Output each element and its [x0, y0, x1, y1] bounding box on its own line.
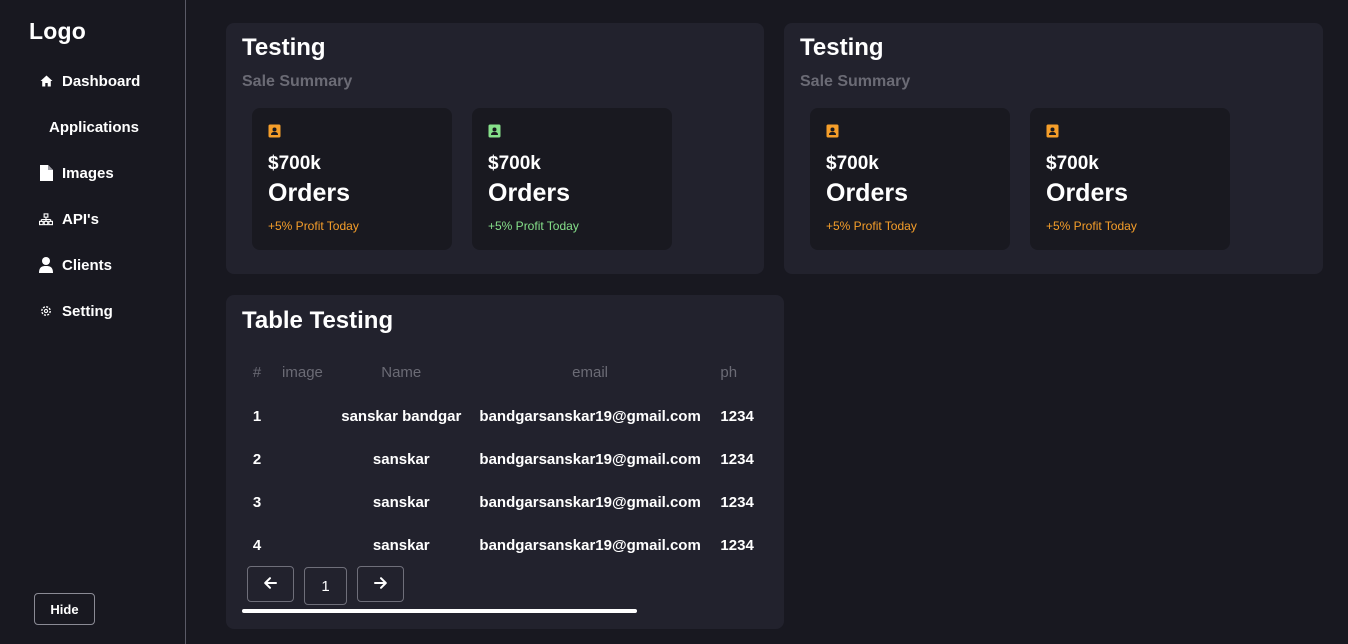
stat-note: +5% Profit Today — [1046, 219, 1137, 233]
stat-note: +5% Profit Today — [488, 219, 579, 233]
stat-tile: $700k Orders +5% Profit Today — [472, 108, 672, 250]
stat-value: $700k — [1046, 153, 1099, 174]
stat-label: Orders — [1046, 179, 1128, 207]
table-row: 1 sanskar bandgar bandgarsanskar19@gmail… — [242, 395, 768, 438]
table-row: 2 sanskar bandgarsanskar19@gmail.com 123… — [242, 438, 768, 481]
column-header-email: email — [572, 364, 609, 381]
hide-sidebar-button[interactable]: Hide — [34, 593, 95, 625]
stat-tile: $700k Orders +5% Profit Today — [810, 108, 1010, 250]
card-title: Testing — [242, 34, 326, 61]
row-image — [272, 438, 333, 481]
arrow-right-icon — [374, 576, 387, 593]
row-email: bandgarsanskar19@gmail.com — [479, 408, 701, 425]
user-icon — [39, 257, 53, 273]
row-name: sanskar bandgar — [341, 408, 462, 425]
sidebar-item-images[interactable]: Images — [39, 161, 114, 185]
card-subtitle: Sale Summary — [242, 73, 353, 90]
row-number: 1 — [252, 408, 262, 425]
sidebar-item-label: Applications — [49, 118, 140, 136]
sidebar-item-apis[interactable]: API's — [39, 207, 99, 231]
table-title: Table Testing — [242, 307, 394, 334]
stat-tile: $700k Orders +5% Profit Today — [1030, 108, 1230, 250]
stat-note: +5% Profit Today — [268, 219, 359, 233]
row-email: bandgarsanskar19@gmail.com — [479, 451, 701, 468]
row-number: 3 — [252, 494, 262, 511]
sidebar-item-label: Dashboard — [62, 72, 141, 90]
row-email: bandgarsanskar19@gmail.com — [479, 537, 701, 554]
table-header-row: # image Name email ph — [242, 350, 768, 395]
page-number-button[interactable]: 1 — [304, 567, 347, 605]
card-subtitle: Sale Summary — [800, 73, 911, 90]
column-header-phone: ph — [720, 364, 738, 381]
contact-icon — [1046, 124, 1059, 138]
sitemap-icon — [39, 211, 53, 227]
sidebar-item-applications[interactable]: Applications — [49, 115, 139, 139]
stat-note: +5% Profit Today — [826, 219, 917, 233]
table-card: Table Testing # image Name email ph 1 sa… — [226, 295, 784, 629]
contact-icon — [488, 124, 501, 138]
row-image — [272, 481, 333, 524]
stat-label: Orders — [826, 179, 908, 207]
clients-table: # image Name email ph 1 sanskar bandgar … — [242, 350, 768, 567]
row-number: 2 — [252, 451, 262, 468]
row-phone: 1234 — [720, 537, 754, 554]
stat-value: $700k — [268, 153, 321, 174]
stat-tile: $700k Orders +5% Profit Today — [252, 108, 452, 250]
sale-summary-card: Testing Sale Summary $700k Orders +5% Pr… — [226, 23, 764, 274]
row-image — [272, 395, 333, 438]
row-image — [272, 524, 333, 567]
row-name: sanskar — [372, 537, 430, 554]
gear-icon — [39, 303, 53, 319]
contact-icon — [268, 124, 281, 138]
row-name: sanskar — [372, 494, 430, 511]
row-name: sanskar — [372, 451, 430, 468]
horizontal-scrollbar[interactable] — [242, 609, 637, 613]
logo: Logo — [29, 18, 86, 44]
row-phone: 1234 — [720, 494, 754, 511]
row-phone: 1234 — [720, 451, 754, 468]
stat-value: $700k — [826, 153, 879, 174]
sidebar-item-label: Clients — [62, 256, 113, 274]
sidebar: Logo Dashboard Applications Images API's… — [0, 0, 186, 644]
sale-summary-card: Testing Sale Summary $700k Orders +5% Pr… — [784, 23, 1323, 274]
file-icon — [39, 165, 53, 181]
contact-icon — [826, 124, 839, 138]
sidebar-item-clients[interactable]: Clients — [39, 253, 112, 277]
column-header-name: Name — [381, 364, 422, 381]
table-row: 4 sanskar bandgarsanskar19@gmail.com 123… — [242, 524, 768, 567]
home-icon — [39, 73, 53, 89]
sidebar-item-label: Images — [62, 164, 114, 182]
arrow-left-icon — [264, 576, 277, 593]
stat-label: Orders — [268, 179, 350, 207]
sidebar-item-setting[interactable]: Setting — [39, 299, 113, 323]
sidebar-item-dashboard[interactable]: Dashboard — [39, 69, 140, 93]
previous-page-button[interactable] — [247, 566, 294, 602]
row-phone: 1234 — [720, 408, 754, 425]
next-page-button[interactable] — [357, 566, 404, 602]
column-header-image: image — [282, 364, 323, 381]
stat-label: Orders — [488, 179, 570, 207]
card-title: Testing — [800, 34, 884, 61]
stat-value: $700k — [488, 153, 541, 174]
sidebar-item-label: Setting — [62, 302, 113, 320]
table-row: 3 sanskar bandgarsanskar19@gmail.com 123… — [242, 481, 768, 524]
row-number: 4 — [252, 537, 262, 554]
sidebar-item-label: API's — [62, 210, 99, 228]
row-email: bandgarsanskar19@gmail.com — [479, 494, 701, 511]
column-header-number: # — [252, 364, 262, 381]
